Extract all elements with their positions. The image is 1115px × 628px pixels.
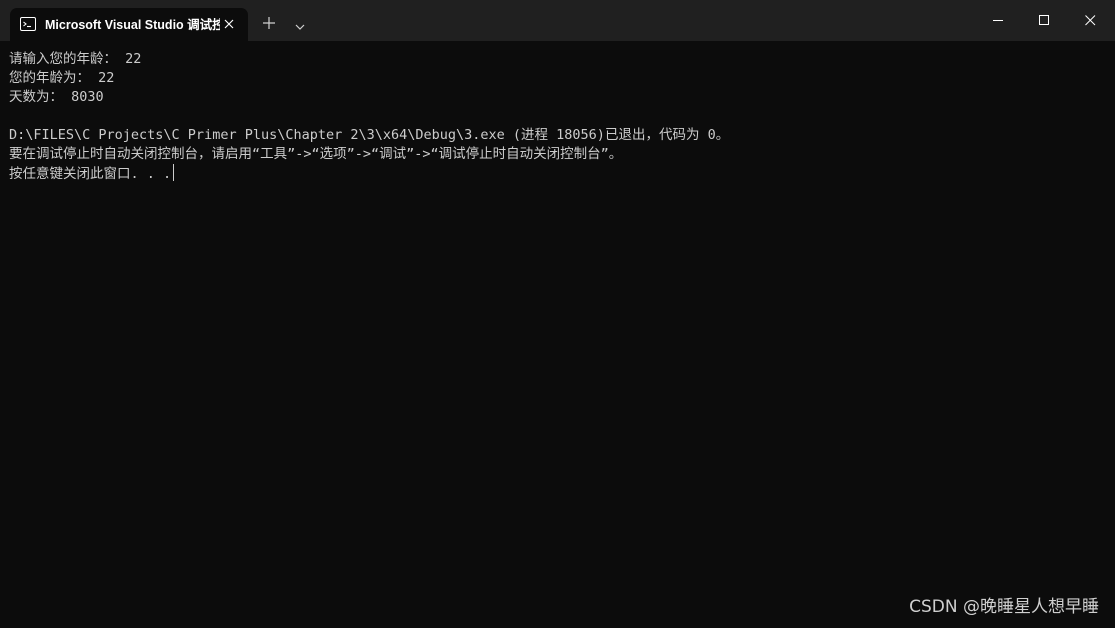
tab-title: Microsoft Visual Studio 调试控制台 bbox=[45, 18, 220, 32]
tab-debug-console[interactable]: Microsoft Visual Studio 调试控制台 bbox=[10, 8, 248, 41]
terminal-window: Microsoft Visual Studio 调试控制台 bbox=[0, 0, 1115, 628]
plus-icon[interactable] bbox=[262, 16, 276, 30]
output-line-press-key: 按任意键关闭此窗口. . . bbox=[9, 164, 1115, 183]
maximize-icon bbox=[1039, 15, 1049, 25]
watermark: CSDN @晚睡星人想早睡 bbox=[909, 597, 1099, 617]
output-line-days: 天数为： 8030 bbox=[9, 89, 104, 105]
minimize-icon bbox=[993, 20, 1003, 21]
close-icon[interactable] bbox=[222, 17, 236, 31]
close-window-button[interactable] bbox=[1067, 0, 1113, 41]
chevron-down-icon[interactable] bbox=[294, 19, 306, 30]
output-line-age: 您的年龄为： 22 bbox=[9, 70, 115, 86]
press-key-text: 按任意键关闭此窗口. . . bbox=[9, 166, 172, 182]
minimize-button[interactable] bbox=[975, 0, 1021, 41]
output-line-hint: 要在调试停止时自动关闭控制台，请启用“工具”->“选项”->“调试”->“调试停… bbox=[9, 146, 623, 162]
title-bar: Microsoft Visual Studio 调试控制台 bbox=[0, 0, 1115, 41]
output-line-blank bbox=[9, 107, 1115, 126]
maximize-button[interactable] bbox=[1021, 0, 1067, 41]
text-cursor bbox=[173, 164, 175, 181]
terminal-output[interactable]: 请输入您的年龄： 22 您的年龄为： 22 天数为： 8030 D:\FILES… bbox=[0, 41, 1115, 628]
close-icon bbox=[1085, 15, 1096, 26]
terminal-icon bbox=[20, 17, 36, 31]
output-line-exit: D:\FILES\C Projects\C Primer Plus\Chapte… bbox=[9, 127, 730, 143]
output-line-prompt: 请输入您的年龄： 22 bbox=[9, 51, 142, 67]
